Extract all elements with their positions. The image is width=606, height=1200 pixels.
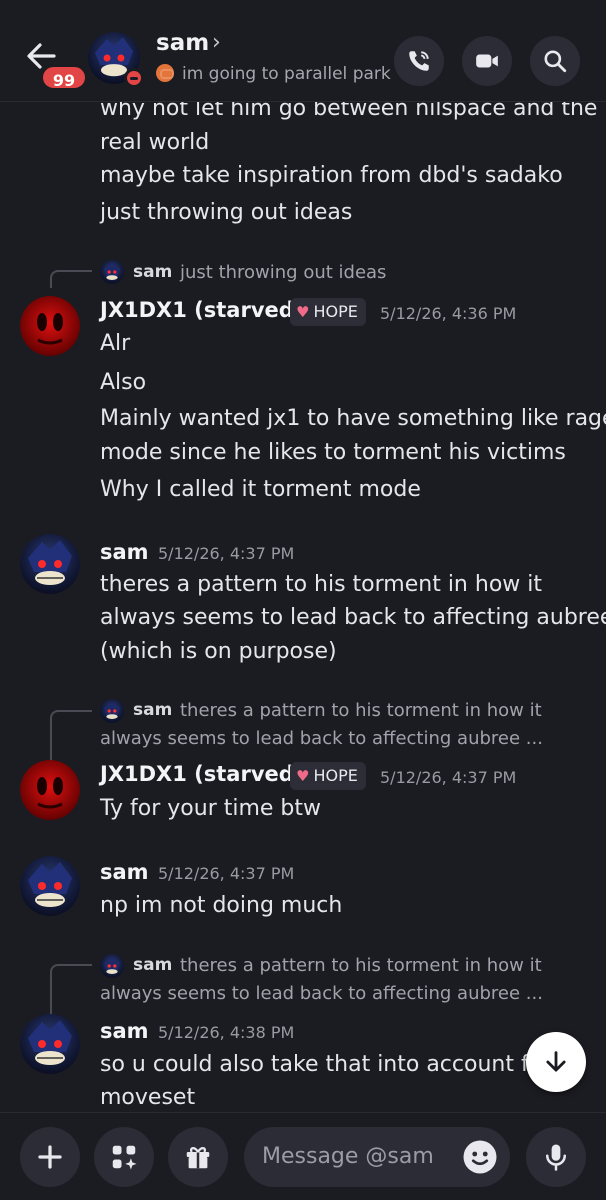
reply-preview[interactable]: always seems to lead back to affecting a… bbox=[100, 983, 543, 1004]
reply-avatar bbox=[100, 699, 124, 723]
reply-author[interactable]: sam bbox=[133, 700, 172, 720]
microphone-icon bbox=[546, 1144, 566, 1171]
reply-author[interactable]: sam bbox=[133, 262, 172, 282]
message-line: Alr bbox=[100, 331, 131, 356]
emoji-button[interactable] bbox=[462, 1139, 498, 1175]
message-line: Mainly wanted jx1 to have something like… bbox=[100, 406, 606, 431]
emoji-icon bbox=[463, 1140, 497, 1174]
timestamp: 5/12/26, 4:37 PM bbox=[380, 768, 517, 787]
user-avatar[interactable] bbox=[20, 534, 80, 594]
message-line: theres a pattern to his torment in how i… bbox=[100, 572, 542, 597]
voice-call-button[interactable] bbox=[394, 36, 444, 86]
message-feed[interactable]: why not let him go between nilspace and … bbox=[0, 0, 606, 1110]
reply-connector bbox=[50, 964, 92, 1020]
search-icon bbox=[544, 50, 567, 73]
role-tag-label: HOPE bbox=[313, 766, 358, 785]
message-line: Ty for your time btw bbox=[100, 796, 322, 821]
search-button[interactable] bbox=[530, 36, 580, 86]
reply-avatar bbox=[100, 260, 124, 284]
message-line: moveset bbox=[100, 1085, 196, 1110]
gift-button[interactable] bbox=[168, 1127, 228, 1187]
username[interactable]: JX1DX1 (starved) bbox=[100, 762, 303, 786]
custom-status: im going to parallel park bbox=[156, 64, 391, 84]
gift-icon bbox=[186, 1147, 210, 1169]
message-line: maybe take inspiration from dbd's sadako bbox=[100, 163, 563, 188]
message-line: np im not doing much bbox=[100, 893, 343, 918]
role-tag[interactable]: ♥ HOPE bbox=[290, 298, 366, 326]
timestamp: 5/12/26, 4:36 PM bbox=[380, 304, 517, 323]
reply-preview[interactable]: just throwing out ideas bbox=[180, 262, 386, 283]
chat-title[interactable]: sam bbox=[156, 30, 209, 56]
plus-icon bbox=[38, 1145, 62, 1169]
video-camera-icon bbox=[476, 54, 498, 68]
message-line: Why I called it torment mode bbox=[100, 477, 421, 502]
video-call-button[interactable] bbox=[462, 36, 512, 86]
message-line: so u could also take that into account f… bbox=[100, 1052, 552, 1077]
message-line: just throwing out ideas bbox=[100, 200, 353, 225]
user-avatar[interactable] bbox=[20, 856, 80, 916]
reply-connector bbox=[50, 710, 92, 766]
apps-sparkle-icon bbox=[112, 1145, 137, 1170]
reply-preview[interactable]: theres a pattern to his torment in how i… bbox=[180, 700, 542, 721]
status-text: im going to parallel park bbox=[182, 64, 391, 84]
dnd-status-icon bbox=[124, 68, 144, 88]
heart-icon: ♥ bbox=[296, 303, 310, 321]
message-line: Also bbox=[100, 370, 147, 395]
reply-connector bbox=[50, 270, 92, 288]
message-line: mode since he likes to torment his victi… bbox=[100, 440, 566, 465]
username[interactable]: sam bbox=[100, 540, 149, 564]
role-tag[interactable]: ♥ HOPE bbox=[290, 762, 366, 790]
voice-message-button[interactable] bbox=[526, 1127, 586, 1187]
phone-call-icon bbox=[409, 51, 429, 71]
role-tag-label: HOPE bbox=[313, 302, 358, 321]
add-attachment-button[interactable] bbox=[20, 1127, 80, 1187]
user-avatar[interactable] bbox=[20, 1014, 80, 1074]
username[interactable]: JX1DX1 (starved) bbox=[100, 298, 303, 322]
status-emoji-icon bbox=[156, 64, 174, 82]
user-avatar[interactable] bbox=[20, 296, 80, 356]
message-line: (which is on purpose) bbox=[100, 639, 337, 664]
timestamp: 5/12/26, 4:38 PM bbox=[158, 1023, 295, 1042]
reply-preview[interactable]: always seems to lead back to affecting a… bbox=[100, 728, 543, 749]
reply-preview[interactable]: theres a pattern to his torment in how i… bbox=[180, 955, 542, 976]
username[interactable]: sam bbox=[100, 1019, 149, 1043]
arrow-down-icon bbox=[546, 1051, 566, 1072]
username[interactable]: sam bbox=[100, 860, 149, 884]
reply-author[interactable]: sam bbox=[133, 955, 172, 975]
chevron-right-icon[interactable]: › bbox=[212, 30, 221, 55]
timestamp: 5/12/26, 4:37 PM bbox=[158, 864, 295, 883]
message-line: always seems to lead back to affecting a… bbox=[100, 605, 606, 630]
message-composer: Message @sam bbox=[0, 1112, 606, 1200]
apps-button[interactable] bbox=[94, 1127, 154, 1187]
heart-icon: ♥ bbox=[296, 767, 310, 785]
reply-avatar bbox=[100, 954, 124, 978]
user-avatar[interactable] bbox=[20, 760, 80, 820]
message-line: real world bbox=[100, 130, 210, 155]
chat-header: 99 sam › im going to parallel park bbox=[0, 0, 606, 102]
unread-badge: 99 bbox=[40, 64, 88, 91]
timestamp: 5/12/26, 4:37 PM bbox=[158, 544, 295, 563]
jump-to-present-button[interactable] bbox=[526, 1032, 586, 1092]
